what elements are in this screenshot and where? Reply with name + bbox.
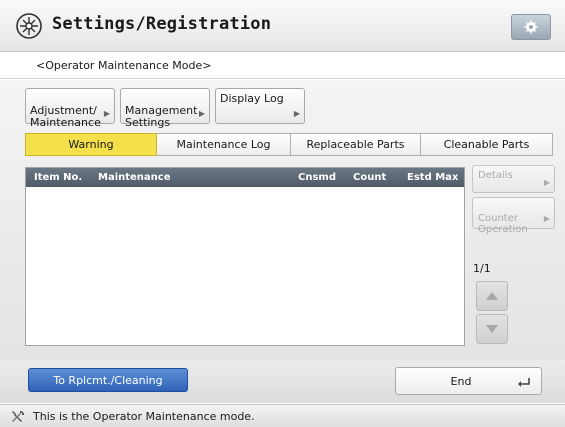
- column-cnsmd: Cnsmd: [298, 172, 336, 183]
- to-rplcmt-cleaning-button[interactable]: To Rplcmt./Cleaning: [28, 368, 188, 392]
- management-settings-button[interactable]: Management Settings ▶: [120, 88, 210, 129]
- column-maintenance: Maintenance: [98, 172, 171, 183]
- tab-cleanable-parts[interactable]: Cleanable Parts: [421, 133, 553, 156]
- mode-label: <Operator Maintenance Mode>: [36, 59, 212, 72]
- counter-operation-button[interactable]: Counter Operation ▶: [472, 197, 555, 235]
- status-bar: This is the Operator Maintenance mode.: [0, 404, 565, 427]
- maintenance-tools-icon: [12, 411, 24, 422]
- return-icon: [518, 378, 530, 387]
- status-message: This is the Operator Maintenance mode.: [33, 410, 255, 423]
- counter-operation-label: Counter Operation: [478, 213, 528, 235]
- tab-maintenance-log[interactable]: Maintenance Log: [157, 133, 291, 156]
- gear-button[interactable]: [511, 14, 551, 40]
- arrow-right-icon: ▶: [543, 178, 550, 187]
- end-label: End: [450, 375, 472, 388]
- tab-replaceable-parts[interactable]: Replaceable Parts: [291, 133, 421, 156]
- mode-bar: <Operator Maintenance Mode>: [0, 53, 565, 79]
- scroll-down-button[interactable]: [476, 314, 508, 344]
- column-estd-max: Estd Max: [407, 172, 459, 183]
- end-button[interactable]: End: [395, 367, 542, 395]
- adjustment-maintenance-button[interactable]: Adjustment/ Maintenance ▶: [25, 88, 115, 129]
- tab-warning[interactable]: Warning: [25, 133, 157, 156]
- settings-registration-icon: [14, 11, 44, 41]
- display-log-button[interactable]: Display Log ▶: [215, 88, 305, 124]
- details-label: Details: [478, 170, 513, 181]
- column-item-no: Item No.: [34, 172, 83, 183]
- tab-bar: Warning Maintenance Log Replaceable Part…: [25, 133, 553, 156]
- scroll-up-button[interactable]: [476, 281, 508, 311]
- arrow-up-icon: [486, 292, 498, 300]
- arrow-right-icon: ▶: [198, 109, 205, 118]
- to-rplcmt-cleaning-label: To Rplcmt./Cleaning: [53, 373, 163, 387]
- arrow-down-icon: [486, 325, 498, 333]
- arrow-right-icon: ▶: [543, 214, 550, 223]
- arrow-right-icon: ▶: [293, 109, 300, 118]
- page-title: Settings/Registration: [52, 14, 272, 34]
- adjustment-maintenance-label: Adjustment/ Maintenance: [30, 104, 101, 129]
- table-header: Item No. Maintenance Cnsmd Count Estd Ma…: [26, 168, 464, 187]
- page-indicator: 1/1: [473, 262, 491, 275]
- warning-table: Item No. Maintenance Cnsmd Count Estd Ma…: [25, 167, 465, 346]
- details-button[interactable]: Details ▶: [472, 165, 555, 193]
- display-log-label: Display Log: [220, 92, 284, 105]
- column-count: Count: [353, 172, 387, 183]
- header-bar: Settings/Registration: [0, 0, 565, 52]
- arrow-right-icon: ▶: [103, 109, 110, 118]
- gear-icon: [523, 19, 539, 35]
